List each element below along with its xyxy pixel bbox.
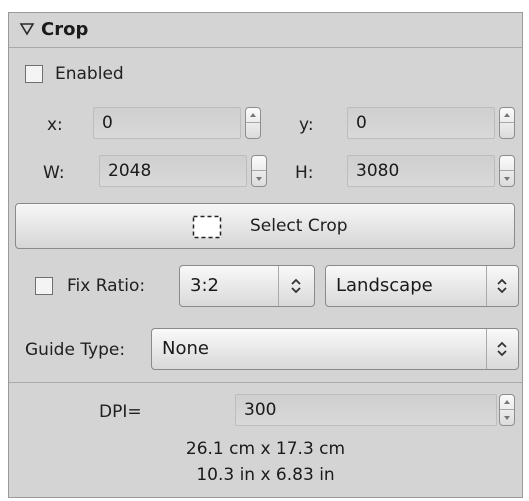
enabled-checkbox[interactable] [25, 65, 43, 83]
y-spinner[interactable] [499, 107, 515, 139]
crop-section-header[interactable]: Crop [9, 13, 522, 48]
select-crop-label: Select Crop [250, 216, 348, 236]
x-input[interactable]: 0 [93, 107, 241, 139]
spin-down-icon [256, 177, 262, 181]
up-down-chevron-icon [291, 278, 301, 294]
crop-panel: Crop Enabled x: 0 y: 0 W: 2048 H: 3080 S… [8, 12, 523, 498]
size-imperial-text: 10.3 in x 6.83 in [196, 465, 335, 485]
combo-divider [278, 266, 279, 306]
fix-ratio-label: Fix Ratio: [67, 276, 146, 296]
w-label: W: [43, 163, 65, 183]
w-spin-up[interactable] [252, 156, 266, 171]
h-label: H: [295, 163, 314, 183]
dpi-input[interactable]: 300 [235, 394, 497, 426]
dpi-label: DPI= [99, 402, 142, 422]
y-label: y: [299, 115, 314, 135]
ratio-selected-value: 3:2 [190, 275, 219, 296]
spin-up-icon [250, 113, 256, 117]
collapse-triangle-icon[interactable] [19, 22, 35, 36]
section-divider [9, 382, 522, 383]
dpi-spin-down[interactable] [500, 410, 514, 425]
h-spin-up[interactable] [500, 156, 514, 171]
dpi-spin-up[interactable] [500, 395, 514, 410]
x-spin-up[interactable] [246, 108, 260, 123]
dashed-rectangle-icon [192, 215, 222, 239]
spin-down-icon [504, 177, 510, 181]
spin-up-icon [504, 113, 510, 117]
combo-divider [486, 329, 487, 369]
size-metric-text: 26.1 cm x 17.3 cm [185, 439, 346, 459]
up-down-chevron-icon [497, 278, 507, 294]
up-down-chevron-icon [497, 341, 507, 357]
w-spinner[interactable] [251, 155, 267, 187]
w-input[interactable]: 2048 [99, 155, 247, 187]
orientation-selected-value: Landscape [336, 275, 433, 296]
y-spin-up[interactable] [500, 108, 514, 123]
ratio-select[interactable]: 3:2 [179, 265, 315, 307]
combo-divider [486, 266, 487, 306]
x-spin-down[interactable] [246, 123, 260, 138]
guide-type-select[interactable]: None [151, 328, 519, 370]
enabled-label: Enabled [55, 64, 124, 84]
y-spin-down[interactable] [500, 123, 514, 138]
spin-down-icon [504, 416, 510, 420]
h-spin-down[interactable] [500, 171, 514, 186]
fix-ratio-checkbox[interactable] [35, 277, 53, 295]
y-input[interactable]: 0 [347, 107, 495, 139]
x-spinner[interactable] [245, 107, 261, 139]
w-spin-down[interactable] [252, 171, 266, 186]
section-title: Crop [41, 19, 89, 40]
spin-up-icon [504, 400, 510, 404]
guide-type-label: Guide Type: [25, 340, 126, 360]
select-crop-button[interactable]: Select Crop [15, 203, 515, 249]
h-spinner[interactable] [499, 155, 515, 187]
h-input[interactable]: 3080 [347, 155, 495, 187]
dpi-spinner[interactable] [499, 394, 515, 426]
guide-type-selected-value: None [162, 338, 209, 359]
orientation-select[interactable]: Landscape [325, 265, 519, 307]
x-label: x: [47, 115, 63, 135]
